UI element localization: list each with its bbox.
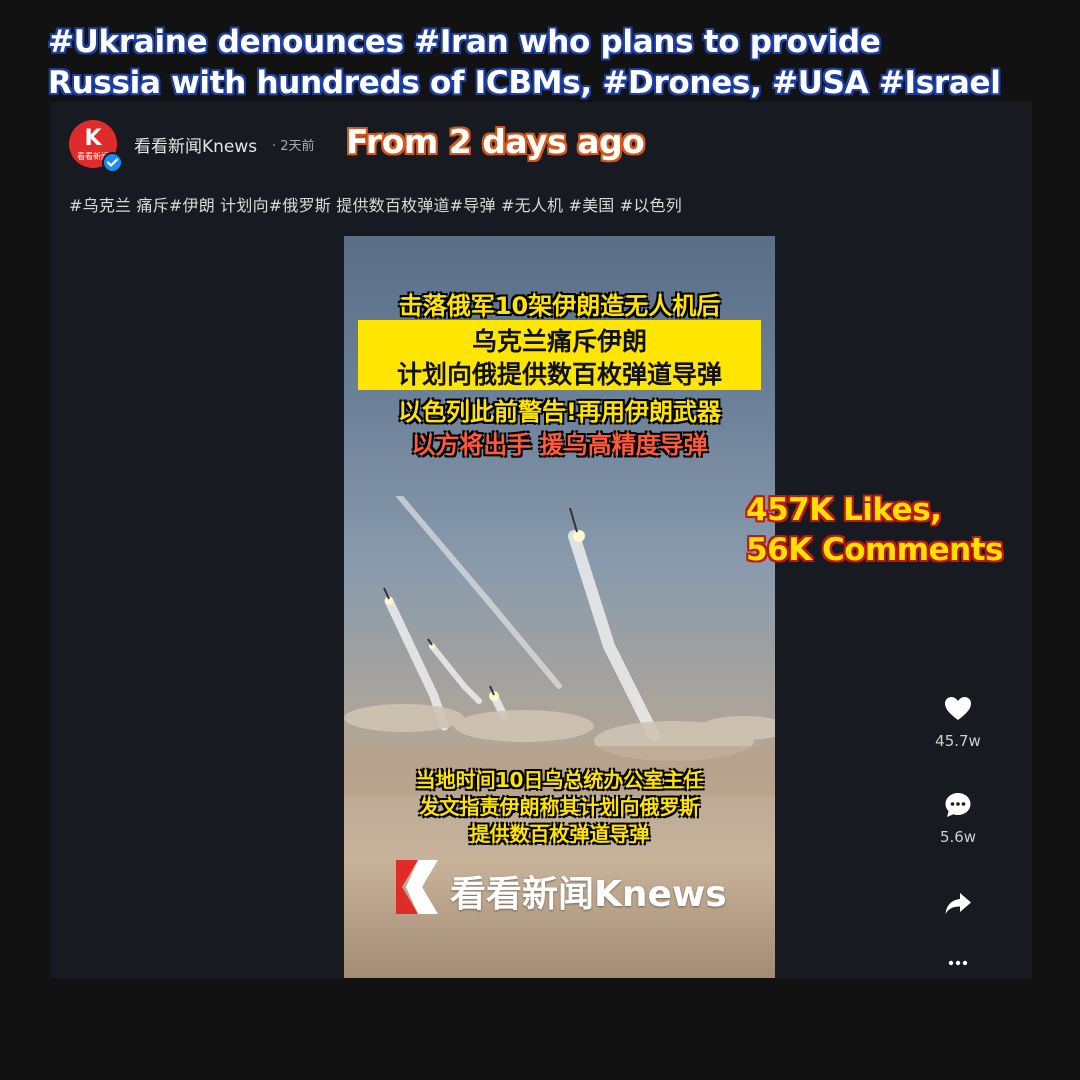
smoke-trail bbox=[384, 496, 660, 742]
verified-icon bbox=[102, 152, 123, 173]
headline-line-2: Russia with hundreds of ICBMs, #Drones, … bbox=[48, 65, 1001, 101]
comment-icon[interactable] bbox=[943, 790, 973, 820]
like-count: 45.7w bbox=[935, 732, 981, 750]
overlay-likes: 457K Likes, bbox=[746, 492, 942, 528]
video-subtitle-line-2: 发文指责伊朗称其计划向俄罗斯 bbox=[419, 795, 700, 819]
overlay-stats: 457K Likes, 56K Comments bbox=[746, 490, 1003, 570]
heart-icon[interactable] bbox=[943, 694, 973, 724]
video-watermark: 看看新闻Knews bbox=[392, 856, 732, 918]
video-title-line-4: 以色列此前警告!再用伊朗武器 bbox=[398, 398, 721, 426]
share-action[interactable] bbox=[928, 888, 988, 918]
video-title-line-5: 以方将出手 援乌高精度导弹 bbox=[411, 431, 708, 459]
video-title-line-1: 击落俄军10架伊朗造无人机后 bbox=[398, 292, 721, 320]
more-icon[interactable] bbox=[943, 948, 973, 978]
comment-count: 5.6w bbox=[939, 828, 977, 846]
overlay-headline: #Ukraine denounces #Iran who plans to pr… bbox=[48, 22, 1048, 104]
avatar-logo-icon: K bbox=[84, 126, 102, 151]
overlay-comments: 56K Comments bbox=[746, 532, 1003, 568]
post-time: · 2天前 bbox=[272, 139, 315, 154]
more-action[interactable] bbox=[928, 948, 988, 978]
missile-launch-scene bbox=[344, 496, 775, 796]
share-icon[interactable] bbox=[943, 888, 973, 918]
video-subtitle-line-1: 当地时间10日乌总统办公室主任 bbox=[415, 768, 704, 792]
video-logo-text: 看看新闻Knews bbox=[450, 874, 727, 915]
video-subtitle-line-3: 提供数百枚弹道导弹 bbox=[469, 822, 650, 846]
account-name[interactable]: 看看新闻Knews bbox=[134, 132, 257, 157]
headline-line-1: #Ukraine denounces #Iran who plans to pr… bbox=[48, 24, 881, 60]
video-player[interactable]: 击落俄军10架伊朗造无人机后 乌克兰痛斥伊朗 计划向俄提供数百枚弹道导弹 以色列… bbox=[344, 236, 775, 978]
overlay-days-ago: From 2 days ago bbox=[346, 122, 645, 161]
post-caption: #乌克兰 痛斥#伊朗 计划向#俄罗斯 提供数百枚弹道#导弹 #无人机 #美国 #… bbox=[69, 196, 682, 215]
video-title-line-3: 计划向俄提供数百枚弹道导弹 bbox=[396, 360, 722, 389]
like-action[interactable]: 45.7w bbox=[928, 694, 988, 750]
comment-action[interactable]: 5.6w bbox=[928, 790, 988, 846]
knews-logo-icon bbox=[396, 860, 438, 914]
video-title-line-2: 乌克兰痛斥伊朗 bbox=[471, 327, 647, 356]
